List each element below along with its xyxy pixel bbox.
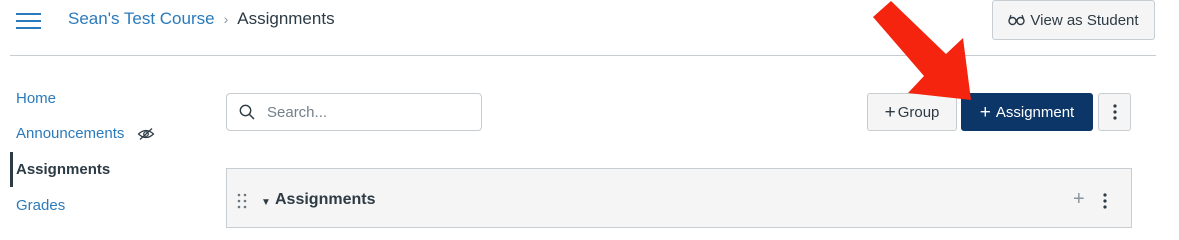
more-options-button[interactable]	[1098, 93, 1131, 131]
breadcrumb-course-link[interactable]: Sean's Test Course	[68, 9, 215, 29]
hamburger-icon[interactable]	[16, 11, 41, 31]
view-as-student-button[interactable]: View as Student	[992, 0, 1155, 40]
search-input[interactable]	[265, 102, 459, 122]
assignment-group-title: Assignments	[275, 191, 376, 208]
view-as-student-label: View as Student	[1030, 11, 1139, 29]
nav-active-indicator	[10, 152, 13, 187]
drag-handle-icon[interactable]	[237, 193, 247, 209]
collapse-caret-icon[interactable]: ▼	[261, 197, 271, 208]
nav-item-home[interactable]: Home	[16, 90, 56, 107]
add-group-label: Group	[897, 103, 940, 121]
nav-item-announcements-label: Announcements	[16, 125, 125, 142]
glasses-icon	[1008, 14, 1026, 26]
add-group-button[interactable]: + Group	[867, 93, 957, 131]
plus-icon: +	[979, 101, 991, 123]
nav-item-grades[interactable]: Grades	[16, 197, 65, 214]
header-divider	[10, 55, 1156, 56]
nav-item-assignments[interactable]: Assignments	[16, 161, 110, 178]
search-icon	[239, 104, 255, 120]
breadcrumb: Sean's Test Course › Assignments	[68, 9, 335, 29]
add-assignment-button[interactable]: + Assignment	[961, 93, 1093, 131]
hidden-eye-icon	[138, 127, 155, 140]
group-more-options-icon[interactable]	[1103, 193, 1107, 209]
assignment-group-panel: ▼ Assignments +	[226, 168, 1132, 228]
group-add-icon[interactable]: +	[1073, 189, 1085, 209]
plus-icon: +	[884, 101, 896, 123]
breadcrumb-separator: ›	[223, 11, 229, 27]
vertical-ellipsis-icon	[1112, 104, 1117, 120]
search-box	[226, 93, 482, 131]
breadcrumb-current: Assignments	[237, 9, 335, 28]
add-assignment-label: Assignment	[995, 103, 1075, 121]
nav-item-announcements[interactable]: Announcements	[16, 125, 155, 142]
